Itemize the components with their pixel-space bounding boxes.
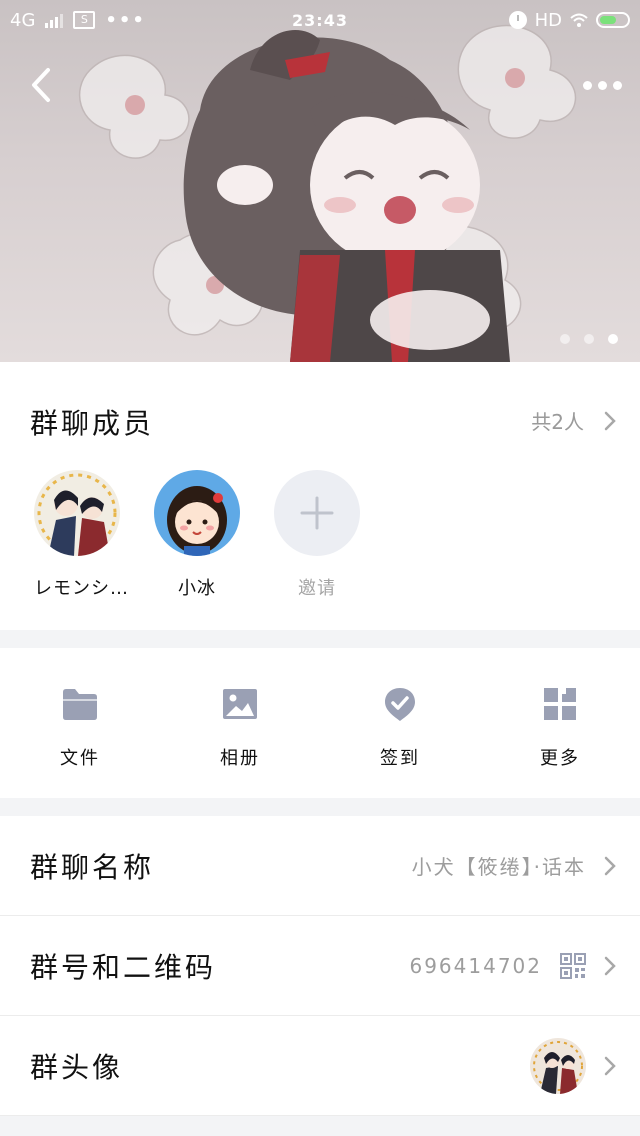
- invite-circle: [274, 470, 360, 556]
- image-icon: [223, 689, 257, 719]
- invite-label: 邀请: [298, 578, 336, 599]
- invite-member-button[interactable]: 邀请: [274, 470, 360, 600]
- group-avatar-label: 群头像: [30, 1050, 124, 1084]
- group-avatar-row[interactable]: 群头像: [0, 1016, 640, 1116]
- group-id-qr-row[interactable]: 群号和二维码 696414702: [0, 916, 640, 1016]
- folder-icon: [63, 689, 97, 720]
- members-count-link[interactable]: 共2人: [531, 406, 616, 435]
- wifi-icon: [570, 13, 588, 27]
- pager-dot[interactable]: [584, 334, 594, 344]
- cover-artwork: [79, 24, 577, 362]
- group-avatar-thumbnail: [530, 1037, 586, 1094]
- tool-label: 文件: [60, 748, 100, 769]
- tool-label: 更多: [540, 748, 580, 769]
- group-name-row[interactable]: 群聊名称 小犬【筱绻】·话本: [0, 816, 640, 916]
- tool-checkin[interactable]: 签到: [320, 648, 480, 798]
- network-label: 4G: [10, 9, 36, 31]
- tool-album[interactable]: 相册: [160, 648, 320, 798]
- tool-label: 相册: [220, 748, 260, 769]
- chevron-right-icon: [604, 1056, 616, 1075]
- member-item[interactable]: 小冰: [154, 470, 240, 600]
- grid-icon: [544, 688, 576, 720]
- notification-dots-icon: •••: [105, 9, 146, 31]
- plus-icon: [300, 496, 334, 530]
- members-title: 群聊成员: [30, 407, 155, 440]
- group-name-label: 群聊名称: [30, 850, 155, 884]
- member-name: 小冰: [178, 578, 216, 599]
- status-bar: 4G S ••• 23:43 HD: [0, 0, 640, 40]
- chevron-right-icon: [604, 856, 616, 875]
- chevron-right-icon: [604, 956, 616, 975]
- back-button[interactable]: [22, 62, 62, 108]
- tool-more[interactable]: 更多: [480, 648, 640, 798]
- avatar: [34, 470, 120, 556]
- pager-dot[interactable]: [560, 334, 570, 344]
- member-list: レモンシ… 小冰 邀请: [34, 470, 360, 600]
- more-dots-icon: [582, 80, 592, 90]
- tool-files[interactable]: 文件: [0, 648, 160, 798]
- pager-dot-active[interactable]: [608, 334, 618, 344]
- check-badge-icon: [385, 688, 415, 721]
- more-options-button[interactable]: [580, 70, 624, 100]
- group-cover-image: 4G S ••• 23:43 HD: [0, 0, 640, 362]
- group-id-label: 群号和二维码: [30, 950, 217, 984]
- hd-label: HD: [534, 9, 562, 31]
- group-id-value: 696414702: [409, 953, 542, 978]
- chevron-right-icon: [604, 411, 616, 430]
- alarm-icon: [508, 11, 527, 29]
- sim-icon: S: [73, 11, 96, 29]
- chevron-left-icon: [32, 68, 50, 102]
- group-settings-list: 群聊名称 小犬【筱绻】·话本 群号和二维码 696414702 群头像: [0, 816, 640, 1116]
- members-section: 群聊成员 共2人 レモンシ… 小冰 邀请: [0, 362, 640, 630]
- member-item[interactable]: レモンシ…: [34, 470, 128, 600]
- member-name: レモンシ…: [34, 578, 129, 599]
- members-count: 共2人: [531, 410, 584, 434]
- group-name-value: 小犬【筱绻】·话本: [411, 855, 586, 879]
- tool-label: 签到: [380, 748, 420, 769]
- group-tools: 文件 相册 签到 更多: [0, 648, 640, 798]
- qr-code-icon: [560, 952, 586, 979]
- signal-icon: [45, 12, 64, 28]
- cover-pager: [560, 334, 618, 344]
- battery-icon: [596, 12, 630, 28]
- avatar: [154, 470, 240, 556]
